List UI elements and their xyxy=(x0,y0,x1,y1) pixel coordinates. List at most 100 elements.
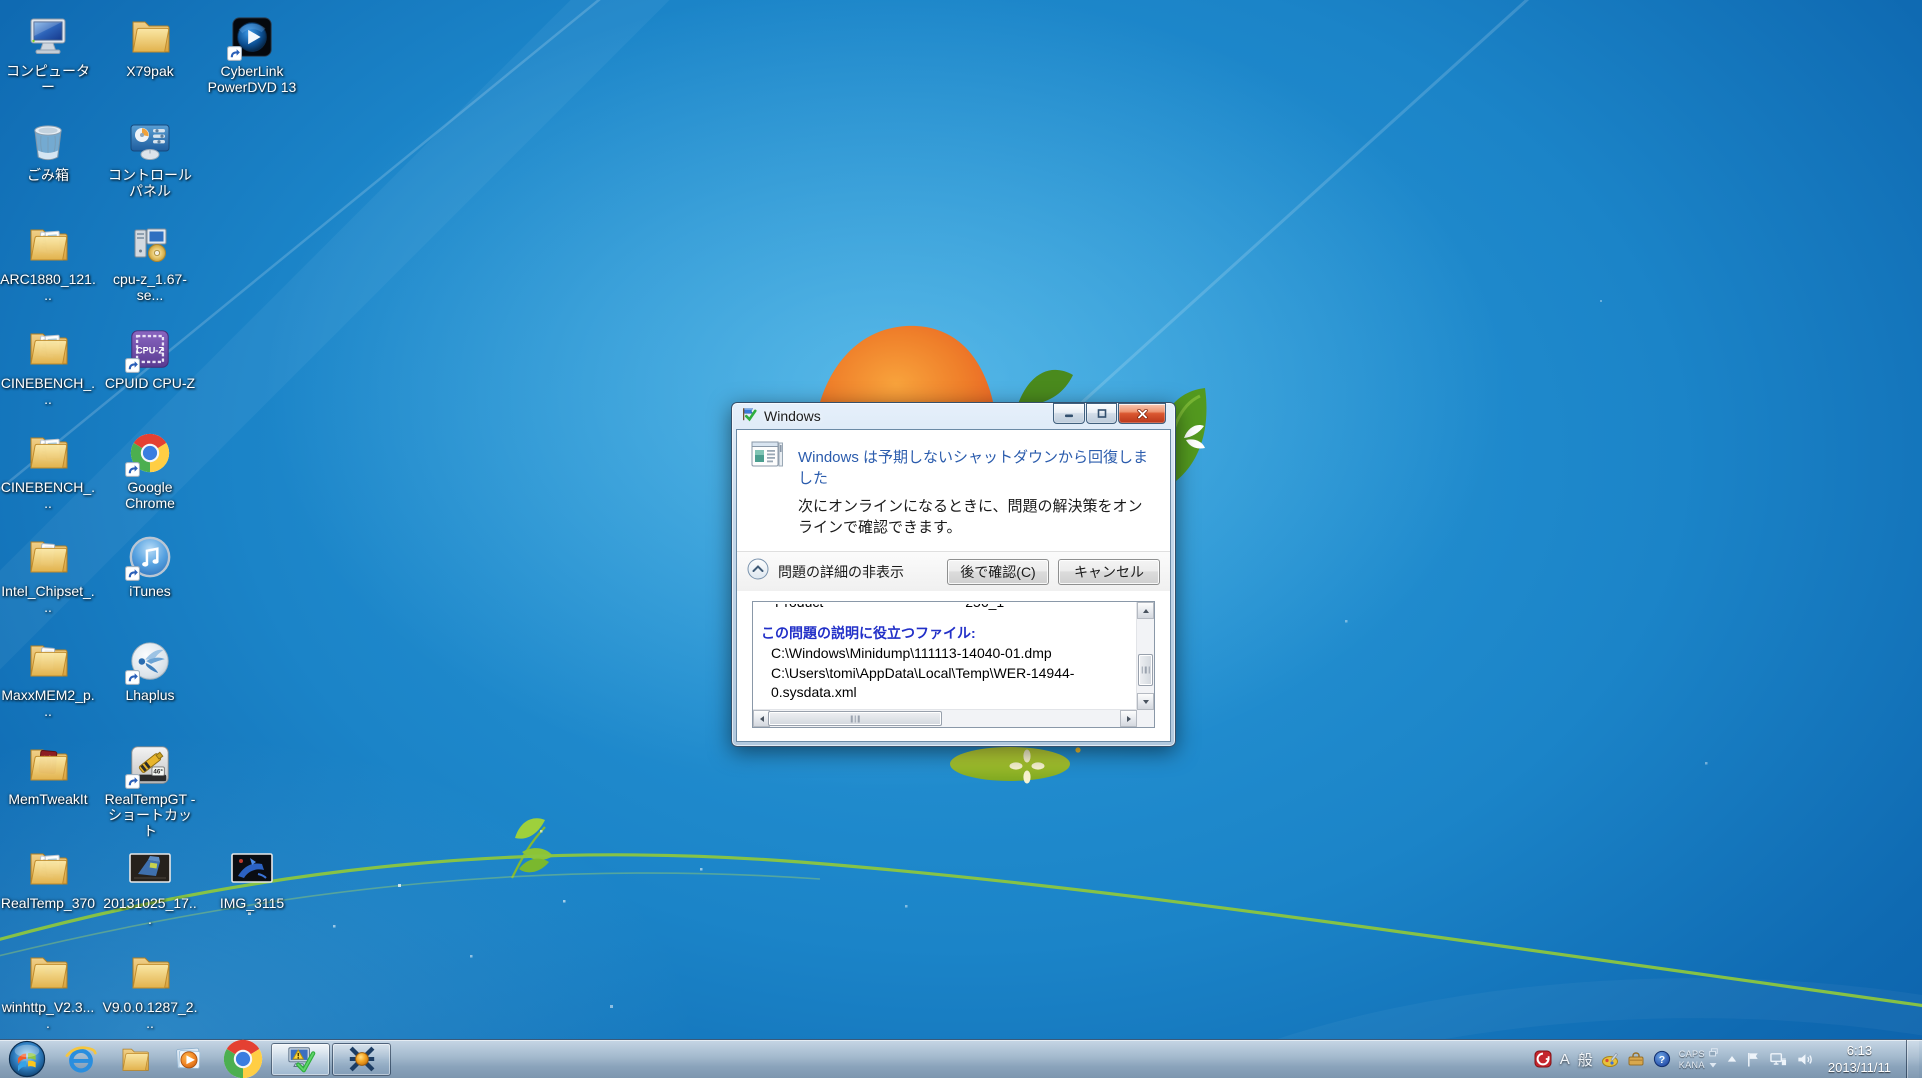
ime-key-state[interactable]: CAPS KANA xyxy=(1679,1048,1718,1070)
svg-text:46°: 46° xyxy=(153,769,163,776)
ime-float-window-icon[interactable] xyxy=(1709,1048,1718,1059)
powerdvd-icon xyxy=(204,10,300,61)
ime-help-icon[interactable]: ? xyxy=(1653,1050,1671,1068)
itunes-icon xyxy=(102,530,198,581)
desktop-icon-realtempgt[interactable]: 46° RealTempGT - ショートカット xyxy=(102,738,198,839)
ime-input-mode-button[interactable]: A xyxy=(1560,1051,1570,1068)
folder-icon xyxy=(102,10,198,60)
taskbar-pinned-chrome[interactable] xyxy=(216,1039,270,1078)
taskbar-task-app-x[interactable] xyxy=(332,1042,391,1076)
close-button[interactable] xyxy=(1118,403,1166,424)
hide-details-expander[interactable]: 問題の詳細の非表示 xyxy=(747,558,904,585)
minimize-button[interactable] xyxy=(1053,403,1085,424)
cpuz-icon: CPU-Z xyxy=(102,322,198,373)
desktop-icon-label: RealTempGT - ショートカット xyxy=(104,791,196,839)
dialog-footer: 問題の詳細の非表示 後で確認(C) キャンセル xyxy=(737,551,1170,591)
desktop-icon-maxxmem2[interactable]: MaxxMEM2_p... xyxy=(0,634,96,719)
desktop-icon-label: CyberLink PowerDVD 13 xyxy=(207,63,297,95)
desktop-icon-label: CPUID CPU-Z xyxy=(104,375,196,391)
expander-label: 問題の詳細の非表示 xyxy=(778,563,904,580)
desktop-icon-arc1880[interactable]: ARC1880_121... xyxy=(0,218,96,303)
folder-docs-icon xyxy=(0,842,96,892)
lhaplus-icon xyxy=(102,634,198,685)
desktop-icon-memtweakit[interactable]: MemTweakIt xyxy=(0,738,96,807)
desktop-icon-computer[interactable]: コンピューター xyxy=(0,10,96,95)
desktop-icon-img-3115[interactable]: IMG_3115 xyxy=(204,842,300,911)
horizontal-scroll-thumb[interactable] xyxy=(768,711,942,726)
details-zone: Product 256_1 この問題の説明に役立つファイル: C:\Window… xyxy=(737,591,1170,741)
desktop-icon-label: MaxxMEM2_p... xyxy=(1,687,95,719)
desktop-icon-google-chrome[interactable]: Google Chrome xyxy=(102,426,198,511)
maximize-button[interactable] xyxy=(1086,403,1117,424)
ime-toolbox-icon[interactable] xyxy=(1627,1050,1645,1068)
desktop-icon-cinebench-1[interactable]: CINEBENCH_... xyxy=(0,322,96,407)
desktop-icon-cinebench-2[interactable]: CINEBENCH_... xyxy=(0,426,96,511)
files-heading: この問題の説明に役立つファイル: xyxy=(761,625,976,641)
ime-conversion-mode-button[interactable]: 般 xyxy=(1578,1049,1593,1070)
taskbar-clock[interactable]: 6:13 2013/11/11 xyxy=(1821,1042,1898,1076)
speaker-icon[interactable] xyxy=(1796,1051,1813,1068)
desktop-icon-control-panel[interactable]: コントロール パネル xyxy=(102,114,198,199)
tray-app-red-icon[interactable] xyxy=(1534,1050,1552,1068)
desktop-icon-cpuz-setup[interactable]: cpu-z_1.67-se... xyxy=(102,218,198,303)
clipped-detail-row: Product 256_1 xyxy=(761,604,1127,612)
desktop-icon-itunes[interactable]: iTunes xyxy=(102,530,198,599)
scrollbar-corner xyxy=(1137,710,1154,727)
desktop-icon-label: ごみ箱 xyxy=(27,167,69,183)
network-icon[interactable] xyxy=(1769,1051,1788,1068)
ime-options-arrow-icon[interactable] xyxy=(1709,1060,1717,1070)
dialog-client-area: Windows は予期しないシャットダウンから回復しました 次にオンラインになる… xyxy=(736,429,1171,742)
desktop-icon-v9-driver[interactable]: V9.0.0.1287_2... xyxy=(102,946,198,1031)
desktop-icon-recycle-bin[interactable]: ごみ箱 xyxy=(0,114,96,183)
svg-text:?: ? xyxy=(1659,1054,1665,1066)
desktop-icon-label: Google Chrome xyxy=(125,479,175,511)
taskbar-pinned-explorer[interactable] xyxy=(108,1040,162,1078)
shortcut-arrow-icon xyxy=(125,774,140,789)
desktop-icon-label: CINEBENCH_... xyxy=(0,479,96,511)
desktop-icon-label: cpu-z_1.67-se... xyxy=(113,271,187,303)
vertical-scrollbar[interactable] xyxy=(1136,602,1154,710)
shortcut-arrow-icon xyxy=(125,358,140,373)
cancel-button[interactable]: キャンセル xyxy=(1058,558,1160,585)
scroll-up-button[interactable] xyxy=(1137,602,1154,619)
desktop-icon-label: Lhaplus xyxy=(125,687,175,703)
scroll-right-button[interactable] xyxy=(1120,710,1137,727)
realtemp-icon: 46° xyxy=(102,738,198,789)
horizontal-scrollbar[interactable] xyxy=(753,709,1137,727)
taskbar-task-wer-dialog[interactable] xyxy=(271,1042,330,1076)
check-later-button[interactable]: 後で確認(C) xyxy=(947,558,1049,585)
taskbar-pinned-wmp[interactable] xyxy=(162,1040,216,1078)
dialog-titlebar[interactable]: Windows xyxy=(732,403,1175,429)
shortcut-arrow-icon xyxy=(125,462,140,477)
desktop-icon-powerdvd[interactable]: CyberLink PowerDVD 13 xyxy=(204,10,300,95)
desktop: コンピューター X79pak CyberLink PowerDVD 13 ごみ箱 コン… xyxy=(0,0,1922,1078)
vertical-scroll-thumb[interactable] xyxy=(1138,654,1153,686)
show-hidden-icons-button[interactable] xyxy=(1726,1053,1738,1065)
taskbar: A 般 ? CAPS KANA 6:13 2013/11/11 xyxy=(0,1039,1922,1078)
desktop-icon-cpuid-cpuz[interactable]: CPU-Z CPUID CPU-Z xyxy=(102,322,198,391)
dialog-main-instruction: Windows は予期しないシャットダウンから回復しました xyxy=(798,449,1149,487)
desktop-icon-x79pak[interactable]: X79pak xyxy=(102,10,198,79)
desktop-icon-label: コンピューター xyxy=(6,63,90,95)
kana-label: KANA xyxy=(1678,1060,1705,1070)
folder-paper-icon xyxy=(0,946,96,996)
dialog-body-text: 次にオンラインになるときに、問題の解決策をオンラインで確認できます。 xyxy=(798,498,1143,536)
desktop-icon-winhttp[interactable]: winhttp_V2.3.... xyxy=(0,946,96,1031)
desktop-icon-photo-20131025[interactable]: 20131025_17... xyxy=(102,842,198,927)
taskbar-pinned-ie[interactable] xyxy=(54,1040,108,1078)
desktop-icon-intel-chipset[interactable]: Intel_Chipset_... xyxy=(0,530,96,615)
shortcut-arrow-icon xyxy=(227,46,242,61)
desktop-icon-label: RealTemp_370 xyxy=(0,895,96,911)
desktop-icon-realtemp-370[interactable]: RealTemp_370 xyxy=(0,842,96,911)
desktop-icon-label: iTunes xyxy=(129,583,171,599)
start-button[interactable] xyxy=(0,1040,54,1078)
desktop-icon-lhaplus[interactable]: Lhaplus xyxy=(102,634,198,703)
installer-icon xyxy=(102,218,198,268)
folder-docs-icon xyxy=(0,218,96,268)
show-desktop-button[interactable] xyxy=(1906,1040,1919,1078)
ime-pad-icon[interactable] xyxy=(1601,1050,1619,1068)
action-center-flag-tray-icon[interactable] xyxy=(1746,1051,1761,1068)
photo-dark-icon xyxy=(204,842,300,892)
folder-door-icon xyxy=(0,530,96,580)
scroll-down-button[interactable] xyxy=(1137,693,1154,710)
